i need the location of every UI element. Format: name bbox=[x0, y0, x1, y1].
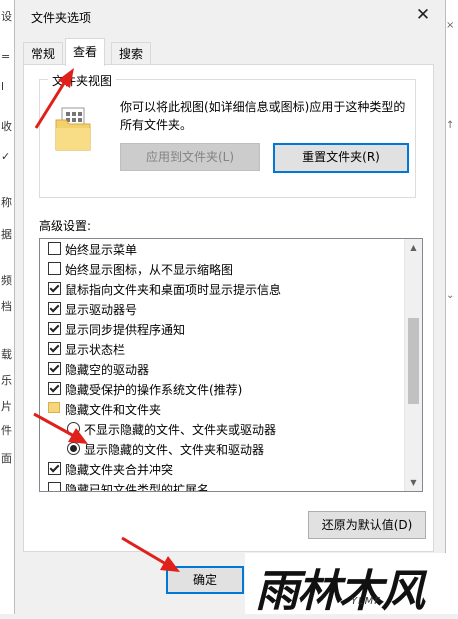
list-item[interactable]: 显示驱动器号 bbox=[40, 299, 404, 319]
list-group-hidden-files: 隐藏文件和文件夹 bbox=[40, 399, 404, 419]
list-item[interactable]: 隐藏空的驱动器 bbox=[40, 359, 404, 379]
folder-view-group: 文件夹视图 你可以将此视图(如详细信息或图标)应用于这种类型的所有文件夹。 应用… bbox=[39, 72, 416, 198]
checkbox[interactable] bbox=[48, 242, 61, 255]
bg-char: ✓ bbox=[1, 150, 11, 163]
list-item[interactable]: 显示隐藏的文件、文件夹和驱动器 bbox=[40, 439, 404, 459]
bg-char: ↑ bbox=[446, 120, 455, 131]
checkbox[interactable] bbox=[48, 462, 61, 475]
list-item-label: 显示同步提供程序通知 bbox=[65, 323, 186, 337]
folder-options-dialog: 文件夹选项 ✕ 常规 查看 搜索 文件夹视图 你可以将此视图(如详细信息或图标)… bbox=[14, 0, 446, 614]
list-item-label: 显示驱动器号 bbox=[65, 303, 138, 317]
list-item-label: 隐藏已知文件类型的扩展名 bbox=[65, 483, 210, 491]
dialog-title: 文件夹选项 bbox=[31, 11, 92, 25]
advanced-settings-list[interactable]: 始终显示菜单 始终显示图标，从不显示缩略图 鼠标指向文件夹和桌面项时显示提示信息… bbox=[39, 238, 423, 492]
list-item-label: 显示状态栏 bbox=[65, 343, 126, 357]
list-item-label: 不显示隐藏的文件、文件夹或驱动器 bbox=[84, 423, 277, 437]
bg-char: = bbox=[1, 50, 11, 63]
list-item-label: 始终显示图标，从不显示缩略图 bbox=[65, 263, 234, 277]
checkbox[interactable] bbox=[48, 282, 61, 295]
advanced-settings-items: 始终显示菜单 始终显示图标，从不显示缩略图 鼠标指向文件夹和桌面项时显示提示信息… bbox=[40, 239, 404, 491]
list-item-label: 始终显示菜单 bbox=[65, 243, 138, 257]
close-button[interactable]: ✕ bbox=[411, 3, 435, 27]
list-item[interactable]: 隐藏文件夹合并冲突 bbox=[40, 459, 404, 479]
list-item[interactable]: 始终显示图标，从不显示缩略图 bbox=[40, 259, 404, 279]
checkbox[interactable] bbox=[48, 302, 61, 315]
checkbox[interactable] bbox=[48, 382, 61, 395]
folder-view-group-title: 文件夹视图 bbox=[48, 72, 117, 89]
list-item[interactable]: 隐藏已知文件类型的扩展名 bbox=[40, 479, 404, 491]
watermark-sub-text: YLMF bbox=[351, 596, 382, 607]
tab-view[interactable]: 查看 bbox=[65, 38, 106, 66]
scroll-down-icon[interactable]: ▼ bbox=[405, 474, 422, 491]
watermark-logo-text: 雨林木风 bbox=[255, 566, 425, 617]
bg-char: 据 bbox=[1, 228, 12, 241]
scroll-up-icon[interactable]: ▲ bbox=[405, 239, 422, 256]
bg-char: 面 bbox=[1, 452, 12, 465]
tab-search[interactable]: 搜索 bbox=[111, 42, 152, 65]
list-item-label: 鼠标指向文件夹和桌面项时显示提示信息 bbox=[65, 283, 282, 297]
list-group-label: 隐藏文件和文件夹 bbox=[65, 403, 162, 417]
checkbox[interactable] bbox=[48, 482, 61, 491]
list-item[interactable]: 鼠标指向文件夹和桌面项时显示提示信息 bbox=[40, 279, 404, 299]
scroll-thumb[interactable] bbox=[408, 318, 419, 404]
tab-general[interactable]: 常规 bbox=[23, 42, 64, 65]
folder-grid-icon bbox=[55, 107, 91, 151]
bg-char: 载 bbox=[1, 348, 12, 361]
list-item[interactable]: 始终显示菜单 bbox=[40, 239, 404, 259]
list-item[interactable]: 显示状态栏 bbox=[40, 339, 404, 359]
bg-char: l bbox=[1, 80, 5, 93]
list-item-label: 显示隐藏的文件、文件夹和驱动器 bbox=[84, 443, 265, 457]
bg-char: 称 bbox=[1, 196, 12, 209]
list-item[interactable]: 显示同步提供程序通知 bbox=[40, 319, 404, 339]
list-item-label: 隐藏受保护的操作系统文件(推荐) bbox=[65, 383, 243, 397]
checkbox[interactable] bbox=[48, 362, 61, 375]
folder-view-description: 你可以将此视图(如详细信息或图标)应用于这种类型的所有文件夹。 bbox=[120, 100, 406, 132]
radio-button[interactable] bbox=[67, 422, 80, 435]
advanced-settings-label: 高级设置: bbox=[39, 219, 92, 233]
bg-char: 收 bbox=[1, 120, 12, 133]
bg-char: ⌄ bbox=[446, 290, 455, 301]
background-window-left-strip: 设 = l 收 ✓ 称 据 频 档 载 乐 片 件 面 bbox=[0, 0, 15, 614]
apply-to-folders-button[interactable]: 应用到文件夹(L) bbox=[120, 143, 260, 171]
list-item[interactable]: 隐藏受保护的操作系统文件(推荐) bbox=[40, 379, 404, 399]
bg-char: 乐 bbox=[1, 374, 12, 387]
ok-button[interactable]: 确定 bbox=[166, 566, 244, 594]
checkbox[interactable] bbox=[48, 342, 61, 355]
checkbox[interactable] bbox=[48, 322, 61, 335]
bg-char: × bbox=[446, 20, 455, 31]
folder-icon bbox=[48, 402, 60, 413]
bg-char: 档 bbox=[1, 300, 12, 313]
site-watermark: 雨林木风 YLMF bbox=[245, 553, 458, 617]
list-item-label: 隐藏文件夹合并冲突 bbox=[65, 463, 174, 477]
bg-char: 件 bbox=[1, 424, 12, 437]
radio-button[interactable] bbox=[67, 442, 80, 455]
reset-folders-button[interactable]: 重置文件夹(R) bbox=[273, 143, 409, 173]
checkbox[interactable] bbox=[48, 262, 61, 275]
bg-char: 频 bbox=[1, 274, 12, 287]
list-item-label: 隐藏空的驱动器 bbox=[65, 363, 150, 377]
view-tab-panel: 文件夹视图 你可以将此视图(如详细信息或图标)应用于这种类型的所有文件夹。 应用… bbox=[23, 64, 434, 552]
list-item[interactable]: 不显示隐藏的文件、文件夹或驱动器 bbox=[40, 419, 404, 439]
list-scrollbar[interactable]: ▲ ▼ bbox=[404, 239, 422, 491]
bg-char: 设 bbox=[1, 10, 12, 23]
bg-char: 片 bbox=[1, 400, 12, 413]
restore-defaults-button[interactable]: 还原为默认值(D) bbox=[308, 511, 426, 539]
